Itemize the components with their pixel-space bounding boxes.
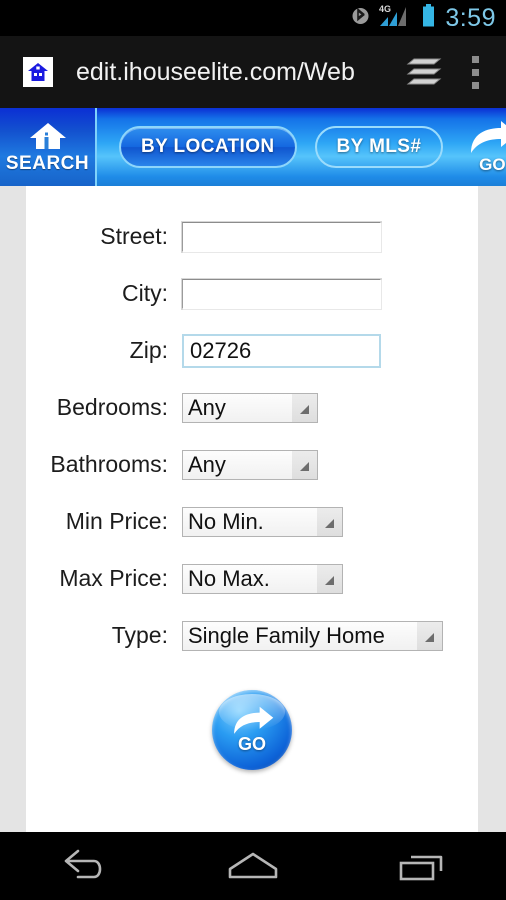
field-bedrooms-wrapper: Any <box>182 392 318 423</box>
field-bathrooms-wrapper: Any <box>182 449 318 480</box>
search-home-button[interactable]: SEARCH <box>0 108 97 186</box>
max-price-select-value: No Max. <box>188 565 270 591</box>
curved-arrow-icon <box>471 121 506 153</box>
field-type-wrapper: Single Family Home <box>182 620 443 651</box>
battery-icon <box>421 3 436 34</box>
svg-text:4G: 4G <box>379 4 391 14</box>
field-max-price-wrapper: No Max. <box>182 563 343 594</box>
form-row-max-price: Max Price: No Max. <box>26 550 478 607</box>
label-zip: Zip: <box>129 337 168 363</box>
field-zip-wrapper <box>182 333 381 368</box>
home-icon[interactable] <box>169 849 338 883</box>
search-label: SEARCH <box>5 152 90 174</box>
phone-screen: 4G 3:59 edit.ihouseelite.com/Web SEARCH … <box>0 0 506 900</box>
chevron-down-icon <box>317 564 342 593</box>
recents-icon[interactable] <box>337 849 506 883</box>
form-row-zip: Zip: <box>26 322 478 379</box>
menu-dot <box>471 68 479 76</box>
bluetooth-icon <box>352 4 369 33</box>
browser-toolbar: edit.ihouseelite.com/Web <box>0 36 506 108</box>
max-price-select[interactable]: No Max. <box>182 563 343 594</box>
form-row-bathrooms: Bathrooms: Any <box>26 436 478 493</box>
overflow-menu-icon[interactable] <box>452 44 498 100</box>
tab-by-location[interactable]: BY LOCATION <box>119 126 297 168</box>
form-row-city: City: <box>26 265 478 322</box>
street-input[interactable] <box>182 221 381 252</box>
house-favicon <box>23 57 53 87</box>
site-header: SEARCH BY LOCATION BY MLS# GO <box>0 108 506 186</box>
property-search-form: Street: City: Zip: 02726 Bedrooms: Any B… <box>26 186 478 770</box>
go-submit-label: GO <box>237 734 266 754</box>
form-row-min-price: Min Price: No Min. <box>26 493 478 550</box>
chevron-down-icon <box>417 621 442 650</box>
label-street: Street: <box>100 223 168 249</box>
header-go-label: GO <box>479 155 506 174</box>
zip-input[interactable] <box>182 333 381 368</box>
header-go-button[interactable]: GO <box>461 112 506 182</box>
house-icon <box>29 122 66 149</box>
city-input[interactable] <box>182 278 381 309</box>
type-select-value: Single Family Home <box>188 622 385 648</box>
bedrooms-select[interactable]: Any <box>182 392 318 423</box>
status-bar-clock: 3:59 <box>445 4 496 32</box>
min-price-select-value: No Min. <box>188 508 264 534</box>
type-select[interactable]: Single Family Home <box>182 620 443 651</box>
label-bathrooms: Bathrooms: <box>50 451 168 477</box>
field-min-price-wrapper: No Min. <box>182 506 343 537</box>
min-price-select[interactable]: No Min. <box>182 506 343 537</box>
content-sheet: Street: City: Zip: 02726 Bedrooms: Any B… <box>26 186 478 832</box>
form-row-street: Street: <box>26 208 478 265</box>
android-nav-bar <box>0 832 506 900</box>
label-city: City: <box>122 280 168 306</box>
chevron-down-icon <box>292 450 317 479</box>
tabs-icon[interactable] <box>396 44 452 100</box>
url-text[interactable]: edit.ihouseelite.com/Web <box>76 58 396 87</box>
submit-row: GO <box>26 664 478 770</box>
label-min-price: Min Price: <box>65 508 168 534</box>
menu-dot <box>471 81 479 89</box>
bathrooms-select[interactable]: Any <box>182 449 318 480</box>
tab-by-location-label: BY LOCATION <box>141 136 275 157</box>
chevron-down-icon <box>292 393 317 422</box>
label-max-price: Max Price: <box>59 565 168 591</box>
form-row-bedrooms: Bedrooms: Any <box>26 379 478 436</box>
field-city-wrapper <box>182 278 381 309</box>
signal-4g-icon: 4G <box>378 3 412 34</box>
label-bedrooms: Bedrooms: <box>56 394 168 420</box>
form-row-type: Type: Single Family Home <box>26 607 478 664</box>
status-bar: 4G 3:59 <box>0 0 506 36</box>
tab-by-mls-label: BY MLS# <box>336 136 422 157</box>
bedrooms-select-value: Any <box>188 394 226 420</box>
chevron-down-icon <box>317 507 342 536</box>
bathrooms-select-value: Any <box>188 451 226 477</box>
back-icon[interactable] <box>0 849 169 883</box>
label-type: Type: <box>111 622 168 648</box>
go-submit-button[interactable]: GO <box>212 690 292 770</box>
field-street-wrapper <box>182 221 381 252</box>
page-viewport: SEARCH BY LOCATION BY MLS# GO Street: Ci… <box>0 108 506 832</box>
menu-dot <box>471 55 479 63</box>
tab-by-mls[interactable]: BY MLS# <box>314 126 444 168</box>
